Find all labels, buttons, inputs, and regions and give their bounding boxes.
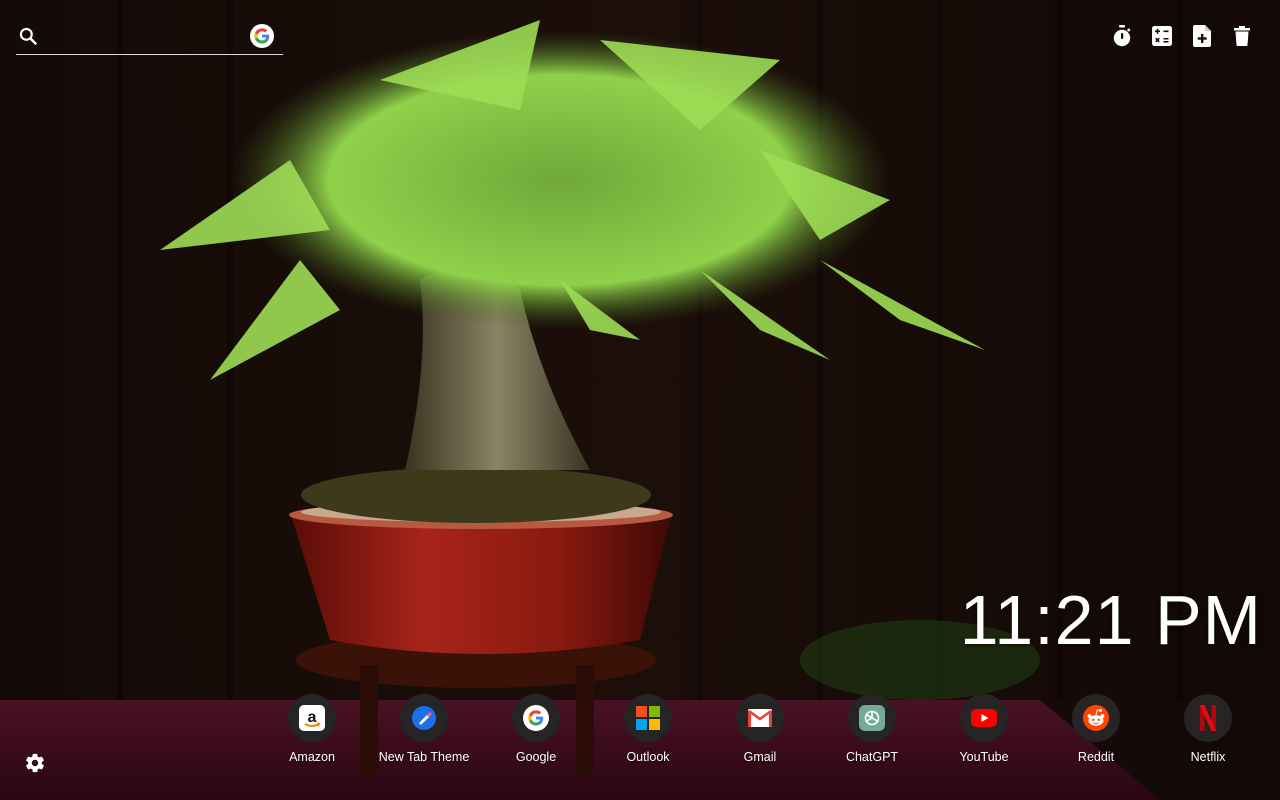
wallpaper-bonsai-image xyxy=(0,0,1280,800)
search-input[interactable] xyxy=(50,22,254,52)
google-g-icon[interactable] xyxy=(250,24,274,48)
calculator-icon[interactable] xyxy=(1150,24,1174,48)
clock: 11:21 PM xyxy=(959,581,1262,659)
svg-text:a: a xyxy=(308,709,317,726)
shortcut-dock: a Amazon New Tab Theme Google Outlook Gm… xyxy=(0,694,1280,784)
reddit-icon xyxy=(1072,694,1120,742)
shortcut-reddit[interactable]: Reddit xyxy=(1040,694,1152,764)
shortcut-label: Google xyxy=(515,750,557,764)
stopwatch-icon[interactable] xyxy=(1110,24,1134,48)
shortcut-google[interactable]: Google xyxy=(480,694,592,764)
shortcut-label: New Tab Theme xyxy=(378,750,470,764)
gmail-icon xyxy=(736,694,784,742)
shortcut-outlook[interactable]: Outlook xyxy=(592,694,704,764)
search-icon[interactable] xyxy=(18,26,38,46)
shortcut-new-tab-theme[interactable]: New Tab Theme xyxy=(368,694,480,764)
amazon-icon: a xyxy=(288,694,336,742)
shortcut-label: Gmail xyxy=(743,750,777,764)
search-bar xyxy=(16,18,283,55)
shortcut-label: Amazon xyxy=(289,750,335,764)
shortcut-label: Reddit xyxy=(1077,750,1115,764)
gear-icon[interactable] xyxy=(24,752,48,776)
shortcut-netflix[interactable]: Netflix xyxy=(1152,694,1264,764)
toolbar xyxy=(1110,24,1254,48)
new-tab-page: 11:21 PM a Amazon New Tab Theme Google O… xyxy=(0,0,1280,800)
shortcut-label: Netflix xyxy=(1190,750,1226,764)
new-note-icon[interactable] xyxy=(1190,24,1214,48)
trash-icon[interactable] xyxy=(1230,24,1254,48)
shortcut-label: YouTube xyxy=(959,750,1009,764)
shortcut-youtube[interactable]: YouTube xyxy=(928,694,1040,764)
chatgpt-icon xyxy=(848,694,896,742)
outlook-icon xyxy=(624,694,672,742)
shortcut-label: Outlook xyxy=(626,750,670,764)
shortcut-gmail[interactable]: Gmail xyxy=(704,694,816,764)
shortcut-label: ChatGPT xyxy=(845,750,899,764)
shortcut-amazon[interactable]: a Amazon xyxy=(256,694,368,764)
google-icon xyxy=(512,694,560,742)
youtube-icon xyxy=(960,694,1008,742)
shortcut-chatgpt[interactable]: ChatGPT xyxy=(816,694,928,764)
new-tab-theme-icon xyxy=(400,694,448,742)
netflix-icon xyxy=(1184,694,1232,742)
